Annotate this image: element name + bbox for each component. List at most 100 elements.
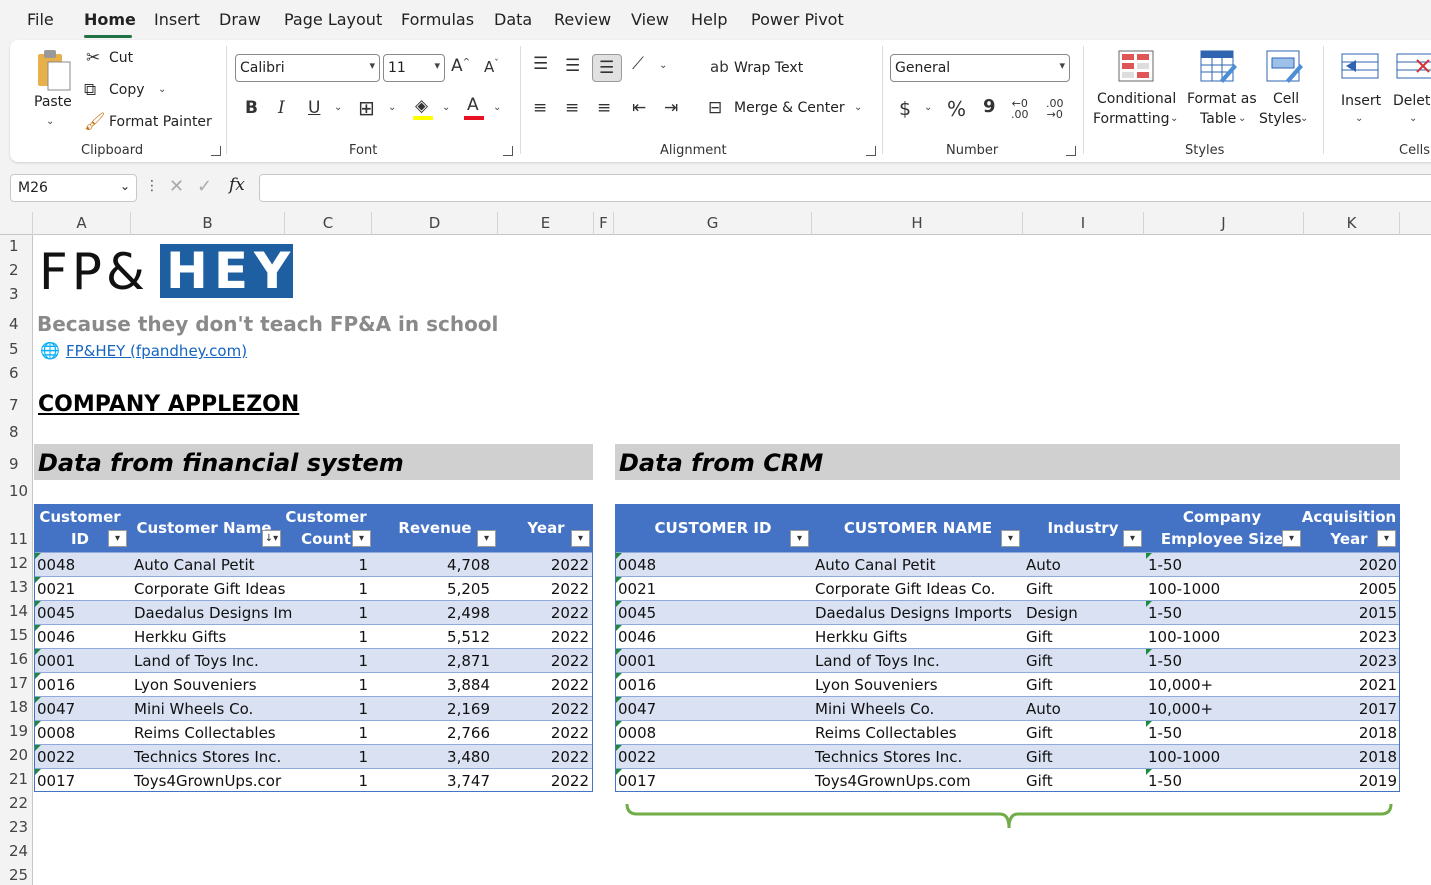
align-middle-icon[interactable]: ☰	[565, 56, 580, 76]
table-cell[interactable]: 5,512	[394, 628, 490, 646]
table-cell[interactable]: 100-1000	[1148, 748, 1220, 766]
align-right-icon[interactable]: ≡	[597, 98, 611, 118]
decrease-indent-icon[interactable]: ⇤	[632, 98, 646, 118]
table-cell[interactable]: 2023	[1301, 652, 1397, 670]
table-cell[interactable]: Gift	[1026, 676, 1053, 694]
align-top-icon[interactable]: ☰	[533, 54, 548, 74]
format-painter-button[interactable]: Format Painter	[109, 114, 212, 130]
select-all-corner[interactable]	[0, 212, 33, 235]
row-header[interactable]: 22	[0, 794, 33, 812]
header-revenue[interactable]: Revenue	[394, 517, 476, 539]
table-cell[interactable]: 2021	[1301, 676, 1397, 694]
percent-button[interactable]: %	[947, 97, 966, 121]
table-cell[interactable]: 0046	[618, 628, 656, 646]
table-cell[interactable]: 2019	[1301, 772, 1397, 790]
table-cell[interactable]: Gift	[1026, 652, 1053, 670]
header-customer-name[interactable]: Customer Name	[134, 517, 274, 539]
table-cell[interactable]: 1	[284, 628, 368, 646]
table-cell[interactable]: 1	[284, 556, 368, 574]
table-cell[interactable]: 2022	[522, 652, 589, 670]
table-cell[interactable]: 2018	[1301, 748, 1397, 766]
table-cell[interactable]: 1	[284, 652, 368, 670]
table-cell[interactable]: Design	[1026, 604, 1078, 622]
decrease-decimal-icon[interactable]: .00 →0	[1046, 98, 1064, 120]
filter-dropdown-icon[interactable]: ▾	[1123, 530, 1142, 547]
header-employee-size[interactable]: Company Employee Size	[1145, 506, 1299, 550]
table-cell[interactable]: Lyon Souveniers	[134, 676, 257, 694]
table-cell[interactable]: 0022	[37, 748, 75, 766]
table-cell[interactable]: 0045	[618, 604, 656, 622]
table-cell[interactable]: Toys4GrownUps.cor	[134, 772, 281, 790]
spreadsheet-grid[interactable]: A B C D E F G H I J K 1 2 3 4 5 6 7 8 9 …	[0, 212, 1431, 885]
table-cell[interactable]: 100-1000	[1148, 628, 1220, 646]
dialog-launcher-icon[interactable]	[866, 146, 876, 156]
table-cell[interactable]: 0008	[37, 724, 75, 742]
column-header-g[interactable]: G	[614, 212, 812, 235]
dialog-launcher-icon[interactable]	[211, 146, 221, 156]
name-box[interactable]: M26 ⌄	[10, 174, 137, 202]
table-cell[interactable]: 0016	[618, 676, 656, 694]
header-crm-customer-id[interactable]: CUSTOMER ID	[615, 517, 811, 539]
table-cell[interactable]: 5,205	[394, 580, 490, 598]
table-cell[interactable]: 0048	[618, 556, 656, 574]
table-cell[interactable]: 1	[284, 772, 368, 790]
cancel-icon[interactable]: ✕	[169, 176, 184, 197]
cut-button[interactable]: Cut	[109, 50, 133, 66]
row-header[interactable]: 23	[0, 818, 33, 836]
table-cell[interactable]: 2,871	[394, 652, 490, 670]
tab-help[interactable]: Help	[691, 10, 727, 29]
table-cell[interactable]: Auto Canal Petit	[815, 556, 936, 574]
table-cell[interactable]: 0017	[618, 772, 656, 790]
table-cell[interactable]: 2018	[1301, 724, 1397, 742]
filter-dropdown-icon[interactable]: ▾	[352, 530, 371, 547]
column-header-a[interactable]: A	[33, 212, 131, 235]
table-cell[interactable]: 0048	[37, 556, 75, 574]
font-family-select[interactable]: Calibri ▾	[235, 54, 380, 82]
header-crm-customer-name[interactable]: CUSTOMER NAME	[813, 517, 1023, 539]
increase-decimal-icon[interactable]: ←0.00	[1011, 98, 1029, 120]
tab-data[interactable]: Data	[494, 10, 532, 29]
row-header[interactable]: 2	[0, 261, 33, 279]
increase-font-size-icon[interactable]: A^	[451, 56, 470, 76]
table-cell[interactable]: 3,480	[394, 748, 490, 766]
table-cell[interactable]: Corporate Gift Ideas	[134, 580, 285, 598]
wrap-text-button[interactable]: Wrap Text	[734, 60, 803, 76]
row-header[interactable]: 9	[0, 455, 33, 473]
table-cell[interactable]: 0047	[37, 700, 75, 718]
table-cell[interactable]: Toys4GrownUps.com	[815, 772, 971, 790]
table-cell[interactable]: Technics Stores Inc.	[815, 748, 962, 766]
more-options-icon[interactable]: ⋮	[145, 178, 159, 194]
row-header[interactable]: 15	[0, 626, 33, 644]
align-left-icon[interactable]: ≡	[533, 98, 547, 118]
table-cell[interactable]: Mini Wheels Co.	[815, 700, 934, 718]
dialog-launcher-icon[interactable]	[503, 146, 513, 156]
table-cell[interactable]: 2023	[1301, 628, 1397, 646]
row-header[interactable]: 20	[0, 746, 33, 764]
table-cell[interactable]: Technics Stores Inc.	[134, 748, 281, 766]
number-format-select[interactable]: General ▾	[890, 54, 1070, 82]
table-cell[interactable]: 2022	[522, 724, 589, 742]
row-header[interactable]: 18	[0, 698, 33, 716]
table-cell[interactable]: 3,747	[394, 772, 490, 790]
column-header-d[interactable]: D	[372, 212, 498, 235]
confirm-icon[interactable]: ✓	[197, 176, 212, 197]
row-header[interactable]: 12	[0, 554, 33, 572]
row-header[interactable]: 5	[0, 340, 33, 358]
table-cell[interactable]: 2020	[1301, 556, 1397, 574]
tab-page-layout[interactable]: Page Layout	[284, 10, 382, 29]
row-header[interactable]: 13	[0, 578, 33, 596]
table-cell[interactable]: 0047	[618, 700, 656, 718]
table-cell[interactable]: Gift	[1026, 628, 1053, 646]
column-header-f[interactable]: F	[594, 212, 614, 235]
table-cell[interactable]: 0021	[618, 580, 656, 598]
row-header[interactable]: 3	[0, 285, 33, 303]
table-cell[interactable]: 2022	[522, 580, 589, 598]
merge-center-button[interactable]: Merge & Center	[734, 100, 845, 116]
filter-dropdown-icon[interactable]: ▾	[790, 530, 809, 547]
table-cell[interactable]: 2022	[522, 604, 589, 622]
chevron-down-icon[interactable]: ⌄	[334, 102, 342, 113]
row-header[interactable]: 19	[0, 722, 33, 740]
table-cell[interactable]: Auto Canal Petit	[134, 556, 255, 574]
table-cell[interactable]: 0001	[618, 652, 656, 670]
align-center-icon[interactable]: ≡	[565, 98, 579, 118]
